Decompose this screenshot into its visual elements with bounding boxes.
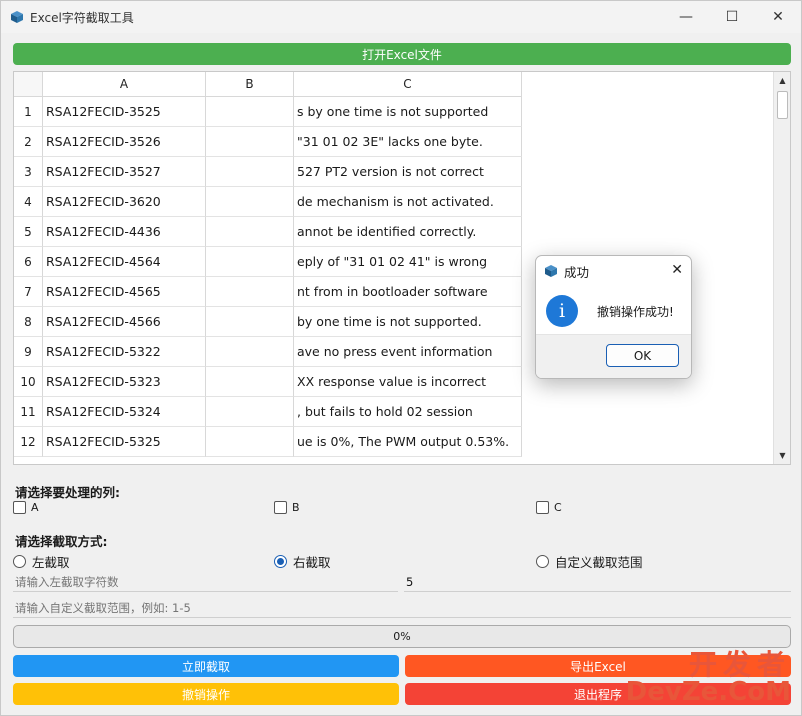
cell-b[interactable] [206, 277, 294, 307]
table-corner[interactable] [14, 72, 43, 97]
row-header[interactable]: 11 [14, 397, 43, 427]
minimize-button[interactable]: — [663, 1, 709, 33]
progress-text: 0% [393, 630, 411, 643]
cell-b[interactable] [206, 217, 294, 247]
radio-right-cut[interactable]: 右截取 [274, 552, 331, 571]
radio-custom-range[interactable]: 自定义截取范围 [536, 552, 643, 571]
app-icon [11, 11, 23, 23]
scroll-thumb[interactable] [777, 91, 788, 119]
radio-indicator[interactable] [13, 555, 26, 568]
right-count-input[interactable] [404, 573, 791, 592]
dialog-title: 成功 [564, 264, 590, 280]
undo-button[interactable]: 撤销操作 [13, 683, 399, 705]
open-excel-button[interactable]: 打开Excel文件 [13, 43, 791, 65]
cell-b[interactable] [206, 247, 294, 277]
radio-indicator-selected[interactable] [274, 555, 287, 568]
app-window: Excel字符截取工具 — ☐ ✕ 打开Excel文件 A B C 1 RSA12… [0, 0, 802, 716]
dialog-app-icon [545, 265, 557, 277]
checkbox-column-c[interactable]: C [536, 501, 562, 514]
cell-b[interactable] [206, 337, 294, 367]
cell-b[interactable] [206, 427, 294, 457]
cell-a[interactable]: RSA12FECID-4436 [43, 217, 206, 247]
cell-a[interactable]: RSA12FECID-5323 [43, 367, 206, 397]
cell-a[interactable]: RSA12FECID-5322 [43, 337, 206, 367]
row-header[interactable]: 12 [14, 427, 43, 457]
cell-c[interactable]: XX response value is incorrect [294, 367, 522, 397]
cell-c[interactable]: by one time is not supported. [294, 307, 522, 337]
cell-c[interactable]: ue is 0%, The PWM output 0.53%. [294, 427, 522, 457]
column-header-b[interactable]: B [206, 72, 294, 97]
row-header[interactable]: 2 [14, 127, 43, 157]
cell-b[interactable] [206, 397, 294, 427]
cell-a[interactable]: RSA12FECID-4565 [43, 277, 206, 307]
cell-b[interactable] [206, 307, 294, 337]
checkbox-column-a[interactable]: A [13, 501, 39, 514]
custom-range-input[interactable] [13, 599, 791, 618]
cell-b[interactable] [206, 157, 294, 187]
cell-c[interactable]: s by one time is not supported [294, 97, 522, 127]
column-header-c[interactable]: C [294, 72, 522, 97]
dialog-footer: OK [536, 334, 691, 378]
cell-c[interactable]: eply of "31 01 02 41" is wrong [294, 247, 522, 277]
cell-a[interactable]: RSA12FECID-5324 [43, 397, 206, 427]
radio-left-cut[interactable]: 左截取 [13, 552, 70, 571]
columns-section-label: 请选择要处理的列: [15, 485, 120, 500]
cell-c[interactable]: "31 01 02 3E" lacks one byte. [294, 127, 522, 157]
title-bar: Excel字符截取工具 — ☐ ✕ [1, 1, 801, 33]
row-header[interactable]: 3 [14, 157, 43, 187]
cell-c[interactable]: , but fails to hold 02 session [294, 397, 522, 427]
close-window-button[interactable]: ✕ [755, 1, 801, 33]
cell-b[interactable] [206, 187, 294, 217]
cell-c[interactable]: nt from in bootloader software [294, 277, 522, 307]
cell-a[interactable]: RSA12FECID-3525 [43, 97, 206, 127]
export-excel-button[interactable]: 导出Excel [405, 655, 791, 677]
row-header[interactable]: 8 [14, 307, 43, 337]
cell-a[interactable]: RSA12FECID-4566 [43, 307, 206, 337]
mode-section-label: 请选择截取方式: [15, 534, 108, 549]
maximize-button[interactable]: ☐ [709, 1, 755, 33]
vertical-scrollbar[interactable]: ▲ ▼ [773, 72, 790, 464]
ok-button[interactable]: OK [606, 344, 679, 367]
column-header-a[interactable]: A [43, 72, 206, 97]
cell-c[interactable]: 527 PT2 version is not correct [294, 157, 522, 187]
cell-b[interactable] [206, 367, 294, 397]
dialog-title-bar: 成功 [536, 256, 691, 286]
checkbox-box[interactable] [274, 501, 287, 514]
scroll-up-icon[interactable]: ▲ [774, 72, 790, 89]
cell-a[interactable]: RSA12FECID-3526 [43, 127, 206, 157]
row-header[interactable]: 7 [14, 277, 43, 307]
row-header[interactable]: 10 [14, 367, 43, 397]
checkbox-box[interactable] [13, 501, 26, 514]
cell-c[interactable]: annot be identified correctly. [294, 217, 522, 247]
row-header[interactable]: 1 [14, 97, 43, 127]
checkbox-box[interactable] [536, 501, 549, 514]
exit-button[interactable]: 退出程序 [405, 683, 791, 705]
window-title: Excel字符截取工具 [30, 10, 134, 25]
cell-c[interactable]: de mechanism is not activated. [294, 187, 522, 217]
progress-bar: 0% [13, 625, 791, 648]
cell-a[interactable]: RSA12FECID-5325 [43, 427, 206, 457]
dialog-message: 撤销操作成功! [597, 304, 674, 319]
cell-b[interactable] [206, 97, 294, 127]
row-header[interactable]: 9 [14, 337, 43, 367]
dialog-close-icon[interactable]: ✕ [671, 262, 683, 278]
radio-indicator[interactable] [536, 555, 549, 568]
cut-now-button[interactable]: 立即截取 [13, 655, 399, 677]
scroll-down-icon[interactable]: ▼ [774, 447, 790, 464]
cell-a[interactable]: RSA12FECID-3527 [43, 157, 206, 187]
cell-c[interactable]: ave no press event information [294, 337, 522, 367]
info-icon: i [546, 295, 578, 327]
cell-a[interactable]: RSA12FECID-3620 [43, 187, 206, 217]
success-dialog: 成功 ✕ i 撤销操作成功! OK [535, 255, 692, 379]
row-header[interactable]: 5 [14, 217, 43, 247]
cell-a[interactable]: RSA12FECID-4564 [43, 247, 206, 277]
checkbox-column-b[interactable]: B [274, 501, 300, 514]
cell-b[interactable] [206, 127, 294, 157]
left-count-input[interactable] [13, 573, 398, 592]
row-header[interactable]: 4 [14, 187, 43, 217]
row-header[interactable]: 6 [14, 247, 43, 277]
